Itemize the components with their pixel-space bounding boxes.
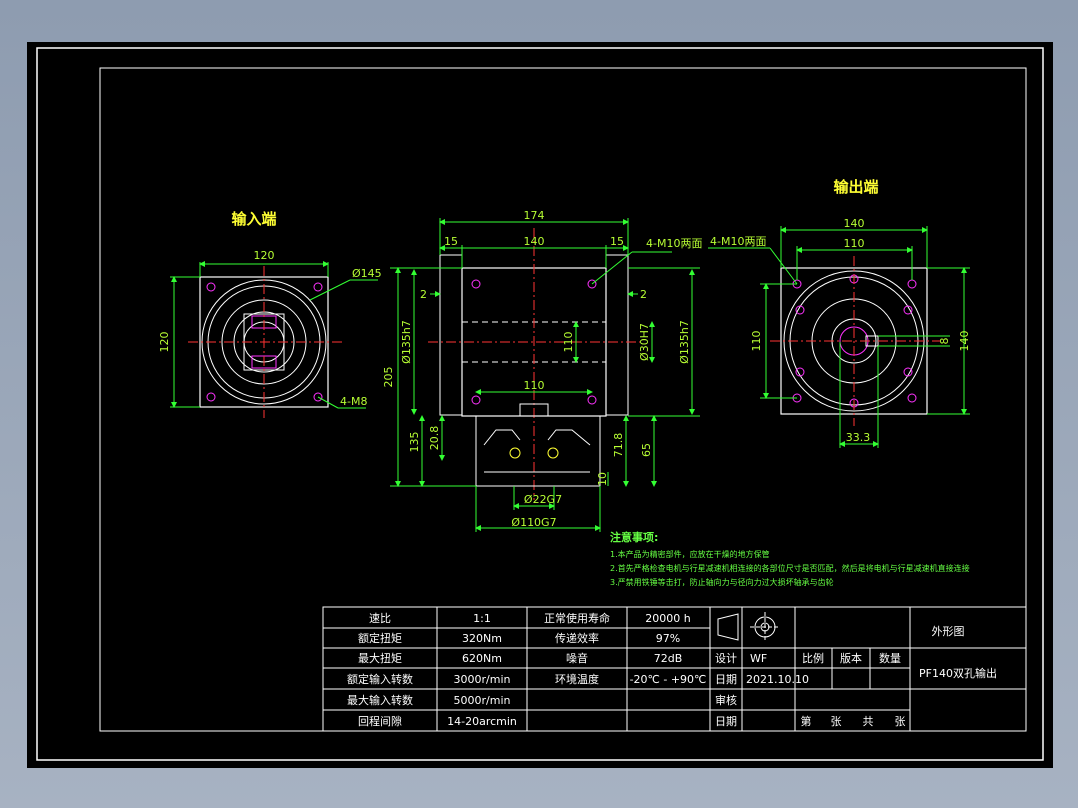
side-bore-right-dim: Ø135h7 (678, 320, 691, 364)
note-item-2: 2.首先严格检查电机与行星减速机相连接的各部位尺寸是否匹配，然后是将电机与行星减… (610, 563, 970, 573)
output-left-110-dim: 110 (750, 331, 763, 352)
output-view-title: 输出端 (833, 178, 878, 196)
output-holes-callout: 4-M10两面 (710, 235, 766, 248)
spec-r4-c1: 额定输入转数 (347, 672, 413, 686)
output-keyway-dim: 33.3 (846, 431, 871, 444)
input-height-dim: 120 (158, 332, 171, 353)
spec-r3-c3: 噪音 (566, 651, 588, 665)
side-135-dim: 135 (408, 432, 421, 453)
design-label: 设计 (715, 652, 737, 665)
spec-r5-c2: 5000r/min (454, 694, 511, 707)
side-bottom-110-dim: 110 (524, 379, 545, 392)
output-140-dim: 140 (844, 217, 865, 230)
sheet-unit-label: 张 (831, 715, 842, 728)
side-bore-mid-dim: Ø30H7 (638, 323, 651, 361)
side-total-dim: 174 (524, 209, 545, 222)
output-right-140-dim: 140 (958, 331, 971, 352)
spec-r6-c2: 14-20arcmin (447, 715, 517, 728)
side-holes-callout: 4-M10两面 (646, 237, 702, 250)
side-gap-right-dim: 2 (640, 288, 647, 301)
spec-r2-c3: 传递效率 (555, 631, 599, 645)
side-10-dim: 10 (596, 472, 609, 486)
notes-heading: 注意事项: (610, 530, 658, 544)
date-label: 日期 (715, 673, 737, 686)
output-110-dim: 110 (844, 237, 865, 250)
side-base-dim: Ø110G7 (511, 516, 556, 529)
date-value: 2021.10.10 (746, 673, 809, 686)
side-flange-left-dim: 15 (444, 235, 458, 248)
spec-r1-c1: 速比 (369, 612, 391, 625)
spec-r2-c4: 97% (656, 632, 680, 645)
drawing-title: 外形图 (932, 625, 965, 638)
output-key-dim: 8 (938, 338, 951, 345)
side-flange-right-dim: 15 (610, 235, 624, 248)
design-value: WF (750, 652, 767, 665)
spec-r1-c3: 正常使用寿命 (544, 611, 610, 625)
sheet-no-label: 第 (801, 714, 812, 728)
side-71-8-dim: 71.8 (612, 433, 625, 458)
sheet-total-label: 共 (863, 715, 874, 728)
spec-r3-c4: 72dB (654, 652, 683, 665)
input-circle-dim: Ø145 (352, 267, 382, 280)
input-width-dim: 120 (254, 249, 275, 262)
spec-r2-c1: 额定扭矩 (358, 631, 402, 645)
quantity-label: 数量 (879, 652, 901, 665)
note-item-1: 1.本产品为精密部件，应放在干燥的地方保管 (610, 549, 770, 559)
side-overall-height-dim: 205 (382, 367, 395, 388)
cad-drawing-canvas: 输入端 120 120 Ø145 4-M8 174 15 140 15 4-M1… (27, 42, 1053, 768)
spec-r4-c4: -20℃ - +90℃ (630, 673, 707, 686)
spec-r4-c3: 环境温度 (555, 672, 599, 686)
review-label: 审核 (715, 693, 737, 707)
model-name: PF140双孔输出 (919, 666, 997, 680)
side-bore-left-dim: Ø135h7 (400, 320, 413, 364)
spec-r6-c1: 回程间隙 (358, 714, 402, 728)
spec-r5-c1: 最大输入转数 (347, 693, 413, 707)
side-65-dim: 65 (640, 443, 653, 457)
version-label: 版本 (840, 651, 862, 665)
side-inner-110-dim: 110 (562, 332, 575, 353)
spec-r4-c2: 3000r/min (454, 673, 511, 686)
input-holes-dim: 4-M8 (340, 395, 367, 408)
spec-r2-c2: 320Nm (462, 632, 502, 645)
side-shaft-dim: Ø22G7 (524, 493, 562, 506)
sheet-unit2-label: 张 (895, 715, 906, 728)
spec-r3-c1: 最大扭矩 (358, 651, 402, 665)
scale-label: 比例 (802, 651, 824, 665)
date2-label: 日期 (715, 715, 737, 728)
spec-r3-c2: 620Nm (462, 652, 502, 665)
spec-r1-c2: 1:1 (473, 612, 491, 625)
input-view-title: 输入端 (231, 210, 276, 228)
spec-r1-c4: 20000 h (645, 612, 690, 625)
side-gap-left-dim: 2 (420, 288, 427, 301)
side-body-dim: 140 (524, 235, 545, 248)
note-item-3: 3.严禁用铁锤等击打，防止轴向力与径向力过大损坏轴承与齿轮 (610, 577, 834, 587)
side-20-8-dim: 20.8 (428, 426, 441, 451)
